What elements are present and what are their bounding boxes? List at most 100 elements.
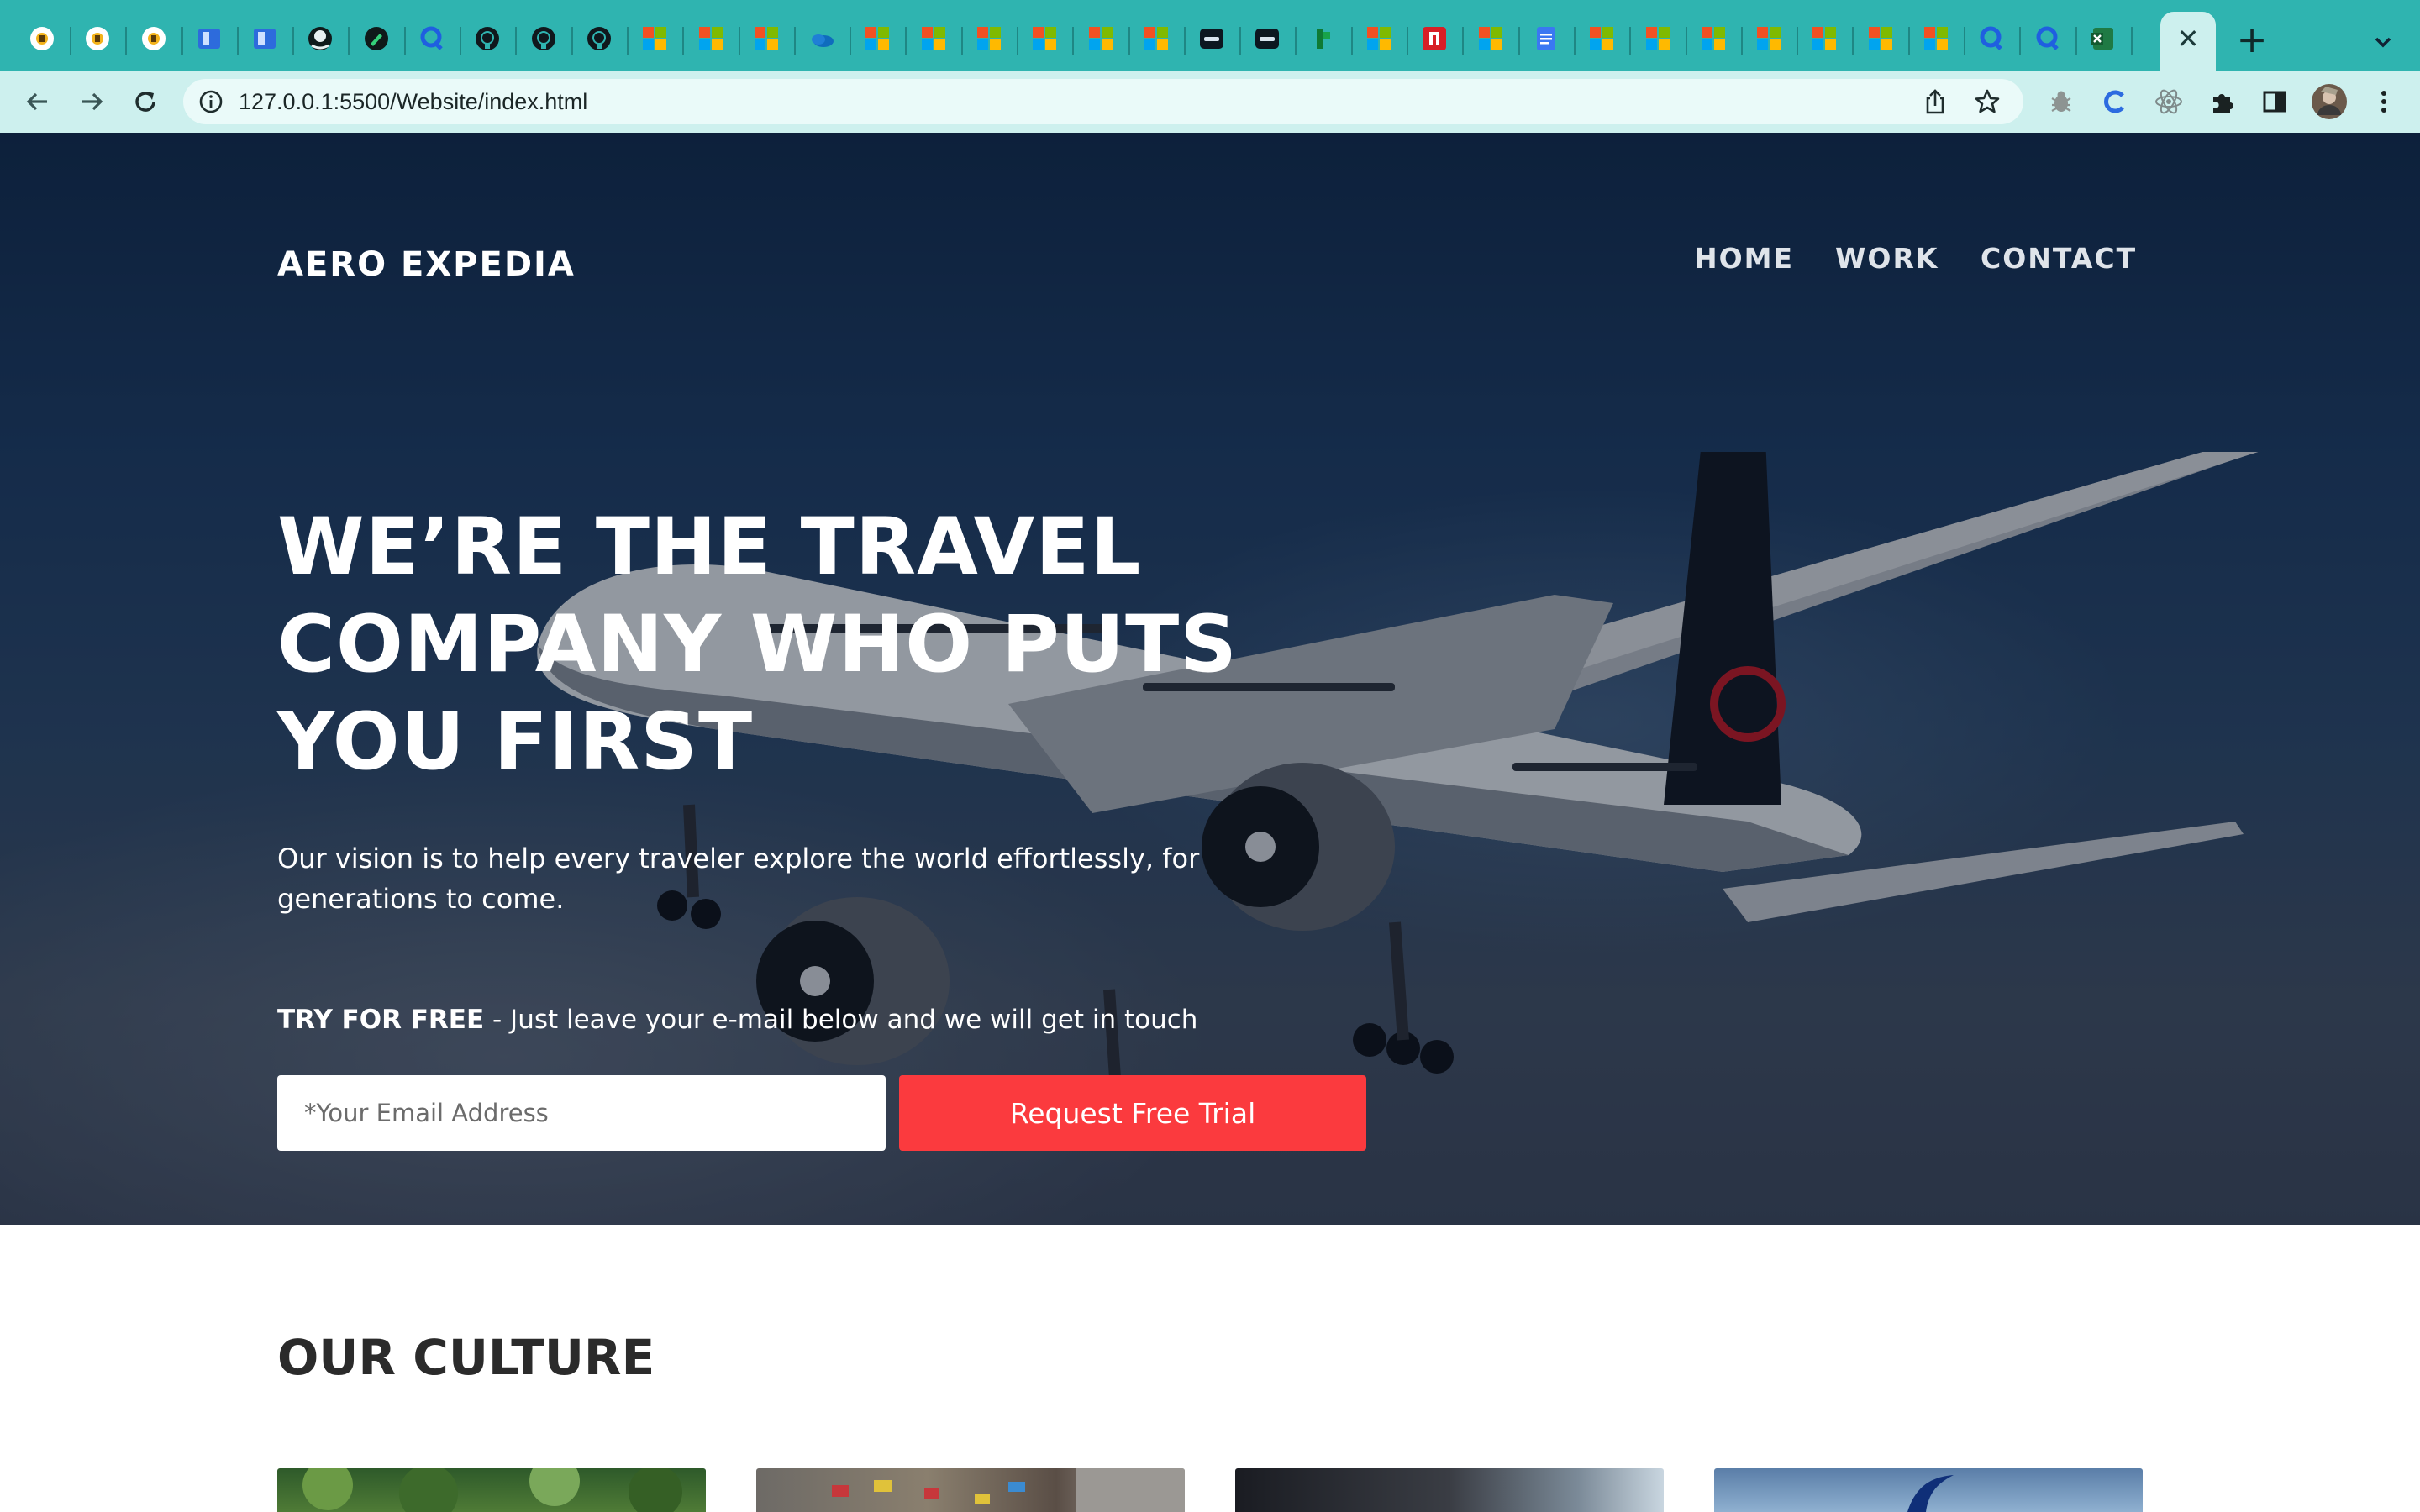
- browser-tab[interactable]: [683, 12, 739, 71]
- browser-tab[interactable]: [1741, 12, 1797, 71]
- forward-button[interactable]: [72, 82, 111, 121]
- info-icon[interactable]: [198, 89, 224, 114]
- email-input[interactable]: [277, 1075, 886, 1151]
- browser-tab[interactable]: [2075, 12, 2131, 71]
- bug-extension-icon[interactable]: [2045, 86, 2077, 118]
- browser-tab[interactable]: [70, 12, 125, 71]
- address-bar[interactable]: 127.0.0.1:5500/Website/index.html: [183, 79, 2023, 124]
- url-text[interactable]: 127.0.0.1:5500/Website/index.html: [239, 89, 587, 114]
- microsoft-icon: [976, 25, 1002, 52]
- app-icon: [140, 25, 167, 52]
- browser-tab[interactable]: [850, 12, 905, 71]
- browser-tab[interactable]: [1407, 12, 1462, 71]
- close-tab-glyph[interactable]: ✕: [2177, 25, 2200, 52]
- browser-tab[interactable]: [1964, 12, 2019, 71]
- browser-tab[interactable]: [182, 12, 237, 71]
- browser-tab[interactable]: [1017, 12, 1072, 71]
- browser-tab[interactable]: [349, 12, 404, 71]
- browser-tab[interactable]: [1797, 12, 1852, 71]
- side-panel-icon[interactable]: [2259, 86, 2291, 118]
- microsoft-icon: [1031, 25, 1058, 52]
- browser-tab[interactable]: [14, 12, 70, 71]
- culture-image-4[interactable]: [1714, 1468, 2143, 1512]
- reload-button[interactable]: [126, 82, 165, 121]
- browser-tab[interactable]: [126, 12, 182, 71]
- app-icon: [84, 25, 111, 52]
- browser-tab[interactable]: [1686, 12, 1741, 71]
- active-tab[interactable]: ✕: [2160, 12, 2216, 71]
- browser-tab[interactable]: [1296, 12, 1351, 71]
- browser-tab[interactable]: [1630, 12, 1686, 71]
- microsoft-icon: [1588, 25, 1615, 52]
- browser-tab[interactable]: [739, 12, 794, 71]
- browser-tab[interactable]: [1518, 12, 1574, 71]
- reload-icon: [135, 92, 155, 112]
- browser-tab[interactable]: [1908, 12, 1964, 71]
- profile-avatar[interactable]: [2311, 83, 2348, 120]
- trial-prompt-bold: TRY FOR FREE: [277, 1005, 485, 1035]
- culture-image-2[interactable]: [756, 1468, 1185, 1512]
- browser-tab[interactable]: [794, 12, 850, 71]
- qwiklabs-icon: [1978, 25, 2005, 52]
- browser-toolbar: 127.0.0.1:5500/Website/index.html: [0, 71, 2420, 133]
- share-icon[interactable]: [1921, 87, 1949, 116]
- browser-tab[interactable]: [1184, 12, 1239, 71]
- browser-tab[interactable]: [1351, 12, 1407, 71]
- browser-tab[interactable]: [1574, 12, 1629, 71]
- browser-tab[interactable]: [571, 12, 627, 71]
- microsoft-icon: [1644, 25, 1671, 52]
- site-brand[interactable]: AERO EXPEDIA: [277, 245, 576, 284]
- bookmark-star-icon[interactable]: [1973, 87, 2002, 116]
- culture-image-3[interactable]: [1235, 1468, 1664, 1512]
- github-icon: [586, 25, 613, 52]
- request-trial-button[interactable]: Request Free Trial: [899, 1075, 1366, 1151]
- microsoft-icon: [1365, 25, 1392, 52]
- microsoft-icon: [1477, 25, 1504, 52]
- c-extension-icon[interactable]: [2099, 86, 2131, 118]
- browser-tab[interactable]: [2020, 12, 2075, 71]
- headline-line: YOU FIRST: [277, 696, 754, 788]
- trial-prompt-rest: - Just leave your e-mail below and we wi…: [484, 1005, 1198, 1035]
- microsoft-icon: [1867, 25, 1894, 52]
- github-icon: [474, 25, 501, 52]
- nav-home[interactable]: HOME: [1694, 242, 1794, 275]
- headline-line: WE’RE THE TRAVEL: [277, 501, 1142, 593]
- microsoft-icon: [920, 25, 947, 52]
- browser-tab[interactable]: [1073, 12, 1128, 71]
- nav-work[interactable]: WORK: [1835, 242, 1939, 275]
- close-icon[interactable]: ✕: [2175, 25, 2202, 52]
- browser-tab[interactable]: [906, 12, 961, 71]
- extensions-puzzle-icon[interactable]: [2207, 86, 2238, 118]
- microsoft-icon: [1923, 25, 1949, 52]
- tab-strip: ✕ +: [0, 0, 2420, 71]
- microsoft-icon: [864, 25, 891, 52]
- culture-image-1[interactable]: [277, 1468, 706, 1512]
- new-tab-button[interactable]: +: [2232, 22, 2272, 62]
- browser-tab[interactable]: [961, 12, 1017, 71]
- qwiklabs-icon: [2034, 25, 2061, 52]
- green-app-icon: [1310, 25, 1337, 52]
- qwiklabs-icon: [418, 25, 445, 52]
- browser-tab[interactable]: [516, 12, 571, 71]
- excel-icon: [2090, 25, 2117, 52]
- back-button[interactable]: [18, 82, 57, 121]
- culture-title: OUR CULTURE: [277, 1329, 655, 1386]
- browser-tab[interactable]: [404, 12, 460, 71]
- browser-tab[interactable]: [1239, 12, 1295, 71]
- browser-tab[interactable]: [1463, 12, 1518, 71]
- microsoft-icon: [641, 25, 668, 52]
- browser-tab[interactable]: [292, 12, 348, 71]
- browser-tab[interactable]: [627, 12, 682, 71]
- browser-tab[interactable]: [1128, 12, 1184, 71]
- nav-contact[interactable]: CONTACT: [1981, 242, 2137, 275]
- microsoft-icon: [1755, 25, 1782, 52]
- browser-tab[interactable]: [237, 12, 292, 71]
- terminal-icon: [1254, 25, 1281, 52]
- react-devtools-icon[interactable]: [2153, 86, 2185, 118]
- browser-tab[interactable]: [1853, 12, 1908, 71]
- browser-tab[interactable]: [460, 12, 515, 71]
- microsoft-icon: [697, 25, 724, 52]
- hero-headline: WE’RE THE TRAVEL COMPANY WHO PUTS YOU FI…: [277, 499, 1370, 791]
- chrome-menu-icon[interactable]: [2368, 86, 2400, 118]
- tab-search-icon[interactable]: [2366, 25, 2400, 59]
